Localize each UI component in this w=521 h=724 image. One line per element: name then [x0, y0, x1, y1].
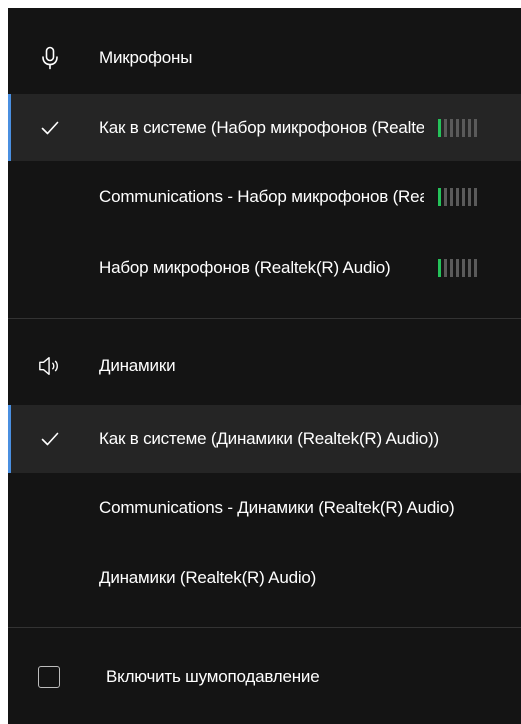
- checkmark-icon: [38, 116, 62, 140]
- microphone-option-label: Как в системе (Набор микрофонов (Realtek…: [99, 117, 424, 137]
- speaker-option-label: Как в системе (Динамики (Realtek(R) Audi…: [99, 429, 439, 448]
- speaker-option-label: Динамики (Realtek(R) Audio): [99, 568, 317, 587]
- microphone-option-system-default[interactable]: Как в системе (Набор микрофонов (Realtek…: [8, 94, 521, 161]
- speaker-option-realtek[interactable]: Динамики (Realtek(R) Audio): [8, 543, 521, 613]
- noise-suppression-checkbox[interactable]: [38, 666, 60, 688]
- speaker-option-communications[interactable]: Communications - Динамики (Realtek(R) Au…: [8, 473, 521, 543]
- microphones-section-header: Микрофоны: [8, 30, 521, 86]
- checkmark-icon: [38, 427, 62, 451]
- speaker-icon: [38, 354, 62, 378]
- mic-level-meter: [438, 188, 477, 206]
- speaker-option-system-default[interactable]: Как в системе (Динамики (Realtek(R) Audi…: [8, 405, 521, 473]
- mic-level-meter: [438, 259, 477, 277]
- microphone-option-realtek[interactable]: Набор микрофонов (Realtek(R) Audio): [8, 233, 521, 303]
- audio-device-menu: Микрофоны Как в системе (Набор микрофоно…: [8, 8, 521, 724]
- section-divider: [8, 318, 521, 319]
- section-divider: [8, 627, 521, 628]
- microphone-icon: [38, 46, 62, 70]
- microphone-option-label: Communications - Набор микрофонов (Realt…: [99, 187, 424, 206]
- noise-suppression-toggle[interactable]: Включить шумоподавление: [8, 648, 521, 706]
- microphones-header-label: Микрофоны: [99, 48, 193, 67]
- microphone-option-communications[interactable]: Communications - Набор микрофонов (Realt…: [8, 161, 521, 233]
- microphone-option-label: Набор микрофонов (Realtek(R) Audio): [99, 258, 391, 277]
- speakers-header-label: Динамики: [99, 356, 176, 375]
- speakers-section-header: Динамики: [8, 338, 521, 394]
- mic-level-meter: [438, 118, 477, 137]
- speaker-option-label: Communications - Динамики (Realtek(R) Au…: [99, 498, 455, 517]
- noise-suppression-label: Включить шумоподавление: [106, 667, 320, 686]
